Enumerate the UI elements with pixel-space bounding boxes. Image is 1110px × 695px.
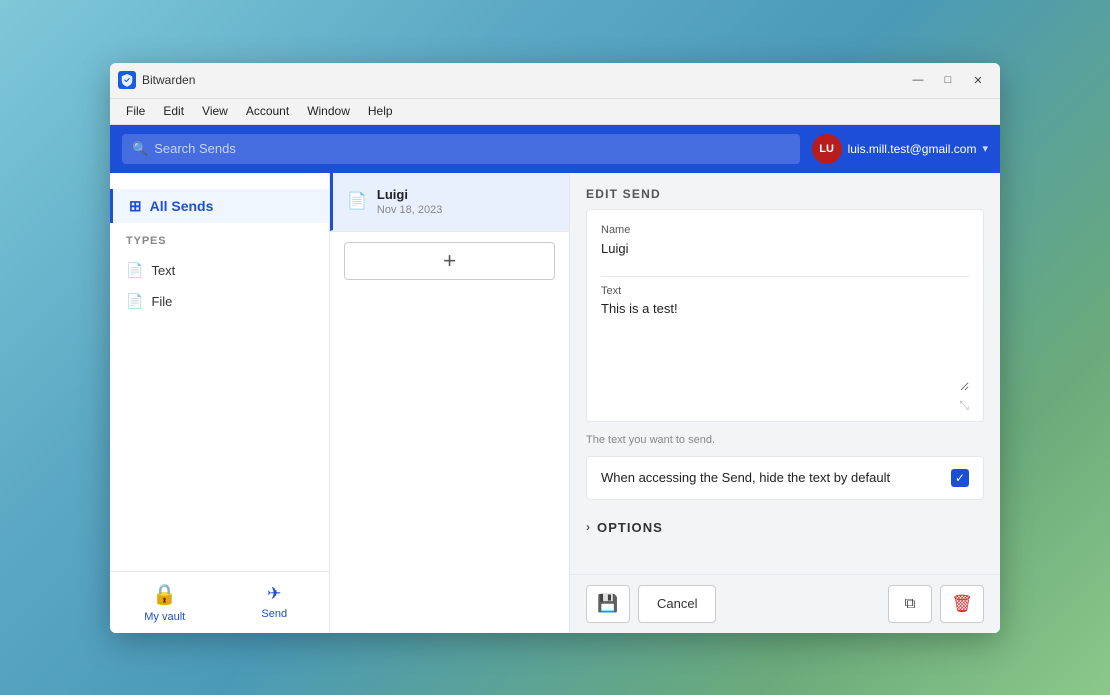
sidebar-item-text[interactable]: 📄 Text — [110, 255, 329, 286]
send-item-doc-icon: 📄 — [347, 191, 367, 211]
close-button[interactable]: ✕ — [964, 69, 992, 91]
menu-account[interactable]: Account — [238, 102, 297, 120]
user-menu[interactable]: LU luis.mill.test@gmail.com ▾ — [812, 134, 988, 164]
add-send-button[interactable]: + — [344, 242, 555, 280]
send-item-name: Luigi — [377, 187, 555, 202]
sidebar-item-file[interactable]: 📄 File — [110, 286, 329, 317]
copy-icon: ⧉ — [905, 595, 916, 612]
title-bar: Bitwarden — □ ✕ — [110, 63, 1000, 99]
send-nav-button[interactable]: ✈ Send — [220, 572, 330, 633]
text-textarea[interactable]: This is a test! — [601, 301, 969, 391]
main-content: ⊞ All Sends TYPES 📄 Text 📄 File 🔒 My vau… — [110, 173, 1000, 633]
helper-text: The text you want to send. — [586, 434, 984, 456]
send-nav-label: Send — [261, 608, 287, 620]
copy-button[interactable]: ⧉ — [888, 585, 932, 623]
send-list: 📄 Luigi Nov 18, 2023 + — [330, 173, 570, 633]
menu-view[interactable]: View — [194, 102, 236, 120]
save-button[interactable]: 💾 — [586, 585, 630, 623]
edit-send-header: EDIT SEND — [570, 173, 1000, 209]
window-controls: — □ ✕ — [904, 69, 992, 91]
hide-text-checkbox[interactable]: ✓ — [951, 469, 969, 487]
lock-icon: 🔒 — [152, 582, 177, 607]
search-box[interactable]: 🔍 — [122, 134, 800, 164]
search-input[interactable] — [154, 141, 789, 156]
header-bar: 🔍 LU luis.mill.test@gmail.com ▾ — [110, 125, 1000, 173]
hide-text-label: When accessing the Send, hide the text b… — [601, 470, 890, 485]
sidebar-footer: 🔒 My vault ✈ Send — [110, 571, 329, 633]
text-field-label: Text — [601, 285, 969, 297]
search-icon: 🔍 — [132, 141, 148, 157]
grid-icon: ⊞ — [129, 197, 142, 215]
my-vault-button[interactable]: 🔒 My vault — [110, 572, 220, 633]
file-icon: 📄 — [126, 293, 143, 310]
user-email: luis.mill.test@gmail.com — [848, 142, 977, 156]
send-icon: ✈ — [267, 584, 281, 604]
options-chevron-icon: › — [586, 520, 591, 534]
text-file-icon: 📄 — [126, 262, 143, 279]
chevron-down-icon: ▾ — [982, 142, 988, 155]
menu-edit[interactable]: Edit — [155, 102, 192, 120]
menu-bar: File Edit View Account Window Help — [110, 99, 1000, 125]
options-row[interactable]: › OPTIONS — [586, 512, 984, 547]
sidebar-type-text-label: Text — [151, 263, 175, 278]
edit-send-card: Name Text This is a test! ⤡ — [586, 209, 984, 422]
name-field-label: Name — [601, 224, 969, 236]
avatar: LU — [812, 134, 842, 164]
cancel-button[interactable]: Cancel — [638, 585, 716, 623]
delete-icon: 🗑 — [951, 594, 973, 614]
sidebar-type-file-label: File — [151, 294, 172, 309]
sidebar: ⊞ All Sends TYPES 📄 Text 📄 File 🔒 My vau… — [110, 173, 330, 633]
window-title: Bitwarden — [142, 73, 195, 87]
name-input[interactable] — [601, 241, 969, 256]
send-item-date: Nov 18, 2023 — [377, 204, 555, 216]
menu-file[interactable]: File — [118, 102, 153, 120]
bitwarden-logo — [118, 71, 136, 89]
edit-panel-footer: 💾 Cancel ⧉ 🗑 — [570, 574, 1000, 633]
hide-text-checkbox-row[interactable]: When accessing the Send, hide the text b… — [586, 456, 984, 500]
menu-window[interactable]: Window — [299, 102, 358, 120]
minimize-button[interactable]: — — [904, 69, 932, 91]
sidebar-item-all-sends[interactable]: ⊞ All Sends — [110, 189, 329, 223]
all-sends-label: All Sends — [150, 198, 214, 214]
delete-button[interactable]: 🗑 — [940, 585, 984, 623]
maximize-button[interactable]: □ — [934, 69, 962, 91]
resize-handle-icon: ⤡ — [601, 398, 969, 413]
save-icon: 💾 — [597, 594, 618, 614]
edit-send-panel: EDIT SEND Name Text This is a test! ⤡ Th… — [570, 173, 1000, 633]
options-label: OPTIONS — [597, 520, 663, 535]
list-item[interactable]: 📄 Luigi Nov 18, 2023 — [330, 173, 569, 231]
types-section-label: TYPES — [110, 235, 329, 255]
send-list-bottom: + — [330, 231, 569, 290]
menu-help[interactable]: Help — [360, 102, 401, 120]
my-vault-label: My vault — [144, 611, 185, 623]
edit-send-body: Name Text This is a test! ⤡ The text you… — [570, 209, 1000, 574]
title-bar-left: Bitwarden — [118, 71, 195, 89]
